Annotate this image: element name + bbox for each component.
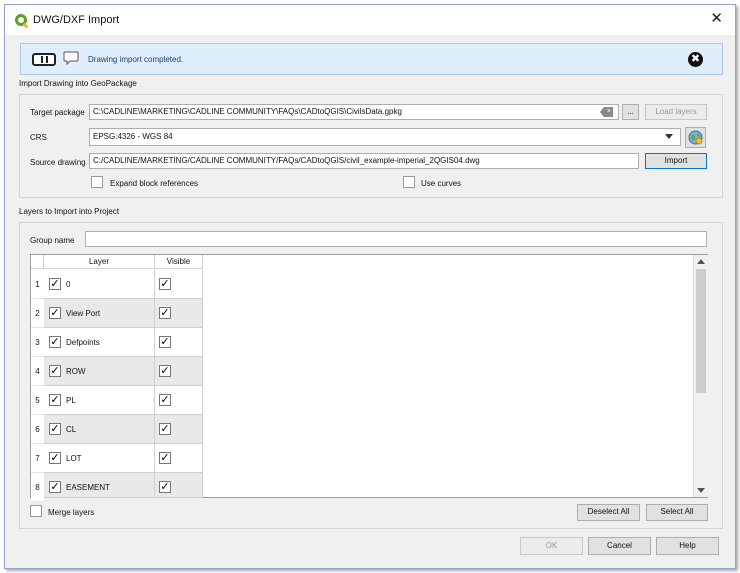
layer-name: EASEMENT [66,483,111,492]
window-title: DWG/DXF Import [33,14,120,26]
scroll-down-icon[interactable] [697,488,705,493]
layers-table: Layer Visible 1 ✓ 0 ✓ 2 ✓ View Port ✓ 3 … [30,254,708,502]
cancel-button[interactable]: Cancel [588,537,651,555]
crs-select[interactable]: EPSG:4326 - WGS 84 [89,128,681,146]
checkmark-icon[interactable]: ✓ [159,307,171,319]
visible-cell[interactable]: ✓ [155,473,203,498]
target-package-label: Target package [30,108,85,117]
layers-section-label: Layers to Import into Project [19,207,120,216]
layer-name: Defpoints [66,338,100,347]
checkmark-icon[interactable]: ✓ [49,307,61,319]
visible-cell[interactable]: ✓ [155,357,203,386]
column-header-layer[interactable]: Layer [44,255,155,269]
checkmark-icon[interactable]: ✓ [49,481,61,493]
browse-button[interactable]: ... [622,104,639,120]
layer-name: 0 [66,280,71,289]
close-circle-icon[interactable]: ✖ [688,52,703,67]
deselect-all-button[interactable]: Deselect All [577,504,640,521]
load-layers-button[interactable]: Load layers [645,104,707,120]
layer-name: View Port [66,309,101,318]
message-text: Drawing import completed. [88,55,184,64]
checkmark-icon[interactable]: ✓ [49,278,61,290]
table-row[interactable]: ✓ 0 [44,270,155,299]
message-bubble-icon [63,51,79,65]
row-number: 1 [31,270,44,299]
visible-cell[interactable]: ✓ [155,299,203,328]
row-number: 6 [31,415,44,444]
checkmark-icon[interactable]: ✓ [159,394,171,406]
checkmark-icon[interactable]: ✓ [159,365,171,377]
table-row[interactable]: ✓ LOT [44,444,155,473]
target-package-input[interactable]: C:\CADLINE\MARKETING\CADLINE COMMUNITY\F… [89,104,619,120]
layer-name: PL [66,396,76,405]
crs-selector-button[interactable] [685,127,706,148]
import-section-label: Import Drawing into GeoPackage [19,79,137,88]
import-button[interactable]: Import [645,153,707,169]
visible-cell[interactable]: ✓ [155,270,203,299]
qgis-logo-icon [15,14,27,26]
layer-name: ROW [66,367,86,376]
use-curves-label: Use curves [421,179,462,188]
column-header-visible[interactable]: Visible [155,255,203,269]
pause-icon[interactable] [32,53,56,66]
dropdown-arrow-icon[interactable] [665,134,673,139]
row-number: 4 [31,357,44,386]
merge-layers-label: Merge layers [48,508,95,517]
expand-block-label: Expand block references [110,179,199,188]
scroll-thumb[interactable] [696,269,706,393]
checkmark-icon[interactable]: ✓ [159,481,171,493]
checkmark-icon[interactable]: ✓ [159,452,171,464]
row-number: 3 [31,328,44,357]
message-bar: Drawing import completed. ✖ [20,43,723,75]
ok-button[interactable]: OK [520,537,583,555]
close-icon[interactable]: ✕ [710,10,723,28]
merge-layers-checkbox[interactable] [30,505,42,517]
use-curves-checkbox[interactable] [403,176,415,188]
checkmark-icon[interactable]: ✓ [49,452,61,464]
row-number: 7 [31,444,44,473]
table-corner [31,255,44,269]
row-number: 8 [31,473,44,502]
checkmark-icon[interactable]: ✓ [49,423,61,435]
visible-cell[interactable]: ✓ [155,386,203,415]
checkmark-icon[interactable]: ✓ [49,336,61,348]
checkmark-icon[interactable]: ✓ [159,278,171,290]
checkmark-icon[interactable]: ✓ [49,394,61,406]
globe-crs-icon [688,130,703,145]
help-button[interactable]: Help [656,537,719,555]
table-row[interactable]: ✓ EASEMENT [44,473,155,498]
expand-block-checkbox[interactable] [91,176,103,188]
select-all-button[interactable]: Select All [646,504,708,521]
source-drawing-label: Source drawing [30,158,86,167]
layer-name: CL [66,425,77,434]
table-row[interactable]: ✓ ROW [44,357,155,386]
visible-cell[interactable]: ✓ [155,328,203,357]
layer-name: LOT [66,454,82,463]
source-drawing-input[interactable]: C:/CADLINE/MARKETING/CADLINE COMMUNITY/F… [89,153,639,169]
visible-cell[interactable]: ✓ [155,444,203,473]
vertical-scrollbar[interactable] [693,255,708,497]
visible-cell[interactable]: ✓ [155,415,203,444]
dialog-window: DWG/DXF Import ✕ Drawing import complete… [4,4,736,569]
table-row[interactable]: ✓ CL [44,415,155,444]
table-row[interactable]: ✓ View Port [44,299,155,328]
checkmark-icon[interactable]: ✓ [49,365,61,377]
row-number: 5 [31,386,44,415]
crs-label: CRS [30,133,47,142]
checkmark-icon[interactable]: ✓ [159,423,171,435]
scroll-up-icon[interactable] [697,259,705,264]
row-number: 2 [31,299,44,328]
table-row[interactable]: ✓ PL [44,386,155,415]
checkmark-icon[interactable]: ✓ [159,336,171,348]
table-row[interactable]: ✓ Defpoints [44,328,155,357]
group-name-label: Group name [30,236,75,245]
group-name-input[interactable] [85,231,707,247]
title-bar: DWG/DXF Import ✕ [5,5,735,35]
